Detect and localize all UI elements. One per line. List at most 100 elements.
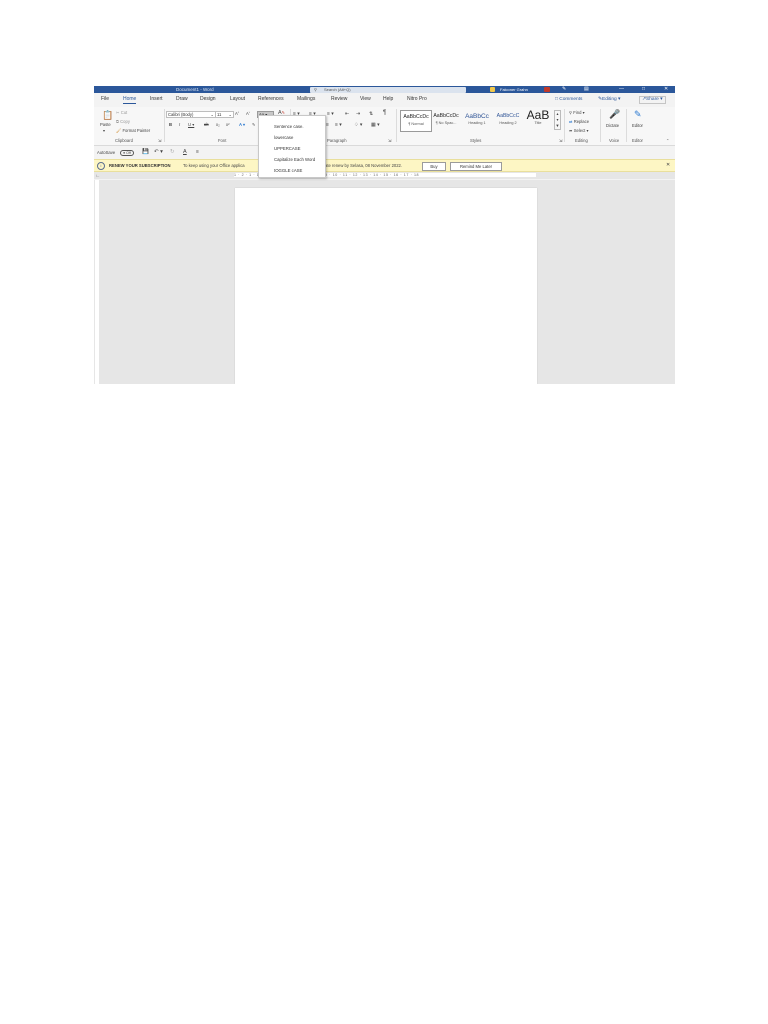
divider	[626, 109, 627, 142]
tab-home[interactable]: Home	[123, 96, 137, 104]
font-group-label: Font	[218, 138, 227, 143]
subscript-button[interactable]: x₂	[216, 122, 220, 127]
paragraph-launcher-icon[interactable]: ⇲	[388, 138, 392, 143]
style-heading-1[interactable]: AaBbCc Heading 1	[462, 110, 492, 130]
editor-icon[interactable]: ✎	[634, 109, 642, 119]
text-effects-icon[interactable]: A ▾	[239, 122, 245, 127]
ribbon: 📋 Paste ▾ ✂ Cut ⧉ Copy 🖌 Format Painter …	[94, 107, 675, 146]
tab-mailings[interactable]: Mailings	[297, 96, 315, 102]
customize-toolbar-icon[interactable]: ≡	[196, 149, 199, 155]
style-no-spacing[interactable]: AaBbCcDc ¶ No Spac...	[431, 110, 461, 130]
strikethrough-button[interactable]: ab	[204, 122, 209, 127]
change-case-menu: Sentence case. lowercase UPPERCASE Capit…	[258, 115, 326, 178]
document-page[interactable]	[235, 188, 537, 384]
search-icon: ⚲	[569, 110, 573, 115]
tab-draw[interactable]: Draw	[176, 96, 188, 102]
editor-group-label: Editor	[632, 138, 643, 143]
paste-label[interactable]: Paste	[100, 122, 111, 127]
replace-button[interactable]: ⇄ Replace	[569, 119, 589, 124]
buy-button[interactable]: Buy	[422, 161, 446, 171]
tab-help[interactable]: Help	[383, 96, 393, 102]
tab-file[interactable]: File	[101, 96, 109, 102]
tab-insert[interactable]: Insert	[150, 96, 163, 102]
format-painter-button[interactable]: 🖌 Format Painter	[116, 128, 150, 134]
highlight-icon[interactable]: ✎	[252, 122, 256, 127]
tab-design[interactable]: Design	[200, 96, 216, 102]
font-size-box[interactable]: 11 ⌄	[215, 111, 234, 118]
styles-scroll-icon[interactable]: ▴ ▾ ▼	[554, 110, 561, 130]
styles-launcher-icon[interactable]: ⇲	[559, 138, 563, 143]
underline-button[interactable]: U ▾	[188, 122, 194, 127]
brush-icon: 🖌	[116, 128, 122, 133]
menu-item-sentence-case[interactable]: Sentence case.	[274, 124, 304, 129]
tab-view[interactable]: View	[360, 96, 371, 102]
replace-icon: ⇄	[569, 119, 573, 124]
clipboard-launcher-icon[interactable]: ⇲	[158, 138, 162, 143]
menu-item-capitalize-each-word[interactable]: Capitalize Each Word	[274, 157, 315, 162]
search-box[interactable]: ⚲ Search (Alt+Q)	[310, 86, 466, 93]
remind-me-later-button[interactable]: Remind Me Later	[450, 161, 502, 171]
italic-button[interactable]: I	[179, 122, 180, 127]
autosave-toggle[interactable]: ● Off	[120, 149, 134, 156]
shrink-font-button[interactable]: Aˇ	[246, 111, 250, 116]
borders-icon[interactable]: ▦ ▾	[371, 122, 380, 128]
dictate-button[interactable]: Dictate	[606, 123, 619, 128]
select-button[interactable]: ➦ Select ▾	[569, 128, 589, 133]
copy-button[interactable]: ⧉ Copy	[116, 119, 130, 124]
pilcrow-icon[interactable]: ¶	[383, 110, 386, 116]
comments-button[interactable]: □ Comments	[555, 96, 582, 103]
close-button[interactable]: ✕	[664, 86, 668, 93]
menu-item-lowercase[interactable]: lowercase	[274, 135, 293, 140]
tab-layout[interactable]: Layout	[230, 96, 245, 102]
vertical-ruler-track[interactable]	[95, 180, 99, 384]
tab-references[interactable]: References	[258, 96, 284, 102]
style-heading-2[interactable]: AaBbCcC Heading 2	[493, 110, 523, 130]
editing-mode-button[interactable]: ✎Editing ▾	[598, 96, 620, 103]
tab-review[interactable]: Review	[331, 96, 347, 102]
info-icon: i	[97, 162, 105, 170]
collapse-ribbon-icon[interactable]: ⌃	[666, 138, 670, 143]
maximize-button[interactable]: □	[642, 86, 645, 93]
style-title[interactable]: AaB Title	[523, 109, 553, 130]
bold-button[interactable]: B	[169, 122, 172, 127]
decrease-indent-icon[interactable]: ⇤	[345, 111, 349, 117]
superscript-button[interactable]: x²	[226, 122, 230, 127]
find-button[interactable]: ⚲ Find ▾	[569, 110, 585, 115]
microphone-icon[interactable]: 🎤	[609, 109, 620, 119]
banner-message-end: ate renew by Selasa, 08 November 2022.	[325, 163, 403, 168]
paste-dropdown-icon[interactable]: ▾	[103, 128, 105, 133]
grow-font-button[interactable]: Aˆ	[235, 111, 239, 116]
save-icon[interactable]: 💾	[142, 149, 149, 155]
user-name[interactable]: Falconer Grahn	[500, 86, 528, 93]
paste-icon[interactable]: 📋	[102, 110, 113, 120]
shading-icon[interactable]: ♢ ▾	[354, 122, 362, 128]
cursor-icon: ➦	[569, 128, 573, 133]
increase-indent-icon[interactable]: ⇥	[356, 111, 360, 117]
style-normal[interactable]: AaBbCcDc ¶ Normal	[400, 110, 432, 132]
line-spacing-icon[interactable]: ≡ ▾	[335, 122, 342, 128]
minimize-button[interactable]: —	[619, 86, 624, 93]
cut-button[interactable]: ✂ Cut	[116, 110, 127, 115]
justify-icon[interactable]: ≡	[326, 122, 329, 128]
search-placeholder: Search (Alt+Q)	[324, 86, 351, 92]
pen-icon[interactable]: ✎	[562, 86, 566, 93]
font-color-icon[interactable]: A	[183, 149, 187, 155]
redo-icon[interactable]: ↻	[170, 149, 175, 155]
ribbon-display-icon[interactable]: ▤	[584, 86, 589, 93]
tab-nitro-pro[interactable]: Nitro Pro	[407, 96, 427, 102]
divider	[600, 109, 601, 142]
tab-selector-icon[interactable]: ∟	[96, 173, 100, 178]
banner-message-start: To keep using your Office applica	[183, 163, 245, 168]
chevron-down-icon: ⌄	[210, 112, 214, 117]
undo-icon[interactable]: ↶ ▾	[154, 149, 163, 155]
avatar[interactable]	[544, 87, 550, 92]
menu-item-toggle-case[interactable]: tOGGLE cASE	[274, 168, 302, 173]
menu-item-uppercase[interactable]: UPPERCASE	[274, 146, 301, 151]
share-button[interactable]: ↗Share ▾	[639, 96, 666, 104]
styles-group-label: Styles	[470, 138, 482, 143]
multilevel-list-icon[interactable]: ≡ ▾	[327, 111, 334, 117]
editor-button[interactable]: Editor	[632, 123, 643, 128]
sort-icon[interactable]: ⇅	[369, 111, 373, 117]
font-name-box[interactable]: Calibri (Body) ⌄	[166, 111, 216, 118]
close-icon[interactable]: ✕	[666, 162, 670, 168]
